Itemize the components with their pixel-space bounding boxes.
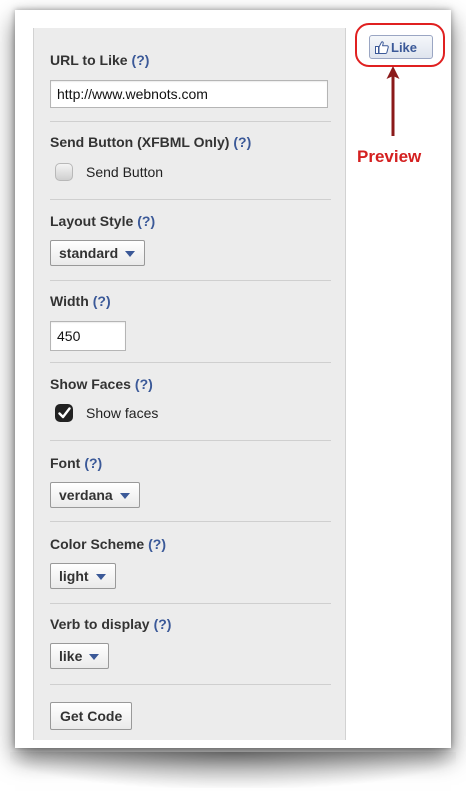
font-label: Font (?) [50,454,330,472]
divider [50,684,331,685]
send-toggle-row[interactable]: Send Button [55,163,163,181]
arrow-up-icon [386,66,400,136]
layout-style-select[interactable]: standard [50,240,146,266]
show-faces-checkbox[interactable] [55,404,73,422]
divider [50,280,331,281]
faces-toggle-row[interactable]: Show faces [55,404,158,422]
send-toggle-text: Send Button [86,164,164,180]
send-label-text: Send Button (XFBML Only) [50,134,230,150]
layout-style-value: standard [59,245,119,261]
faces-section: Show Faces (?) [50,375,330,393]
thumbs-up-icon [375,40,389,54]
color-scheme-value: light [59,568,89,584]
divider [50,440,331,441]
font-select[interactable]: verdana [50,482,140,508]
like-button-preview[interactable]: Like [369,35,433,59]
color-label: Color Scheme (?) [50,535,330,553]
send-label: Send Button (XFBML Only) (?) [50,133,330,151]
chevron-down-icon [119,493,130,499]
color-scheme-select[interactable]: light [50,563,116,589]
faces-label-text: Show Faces [50,376,131,392]
send-help-link[interactable]: (?) [233,134,251,150]
verb-label-text: Verb to display [50,616,150,632]
verb-select[interactable]: like [50,643,110,669]
divider [50,121,331,122]
font-help-link[interactable]: (?) [84,455,102,471]
color-section: Color Scheme (?) [50,535,330,553]
url-section: URL to Like (?) [50,51,330,69]
preview-annotation: Preview [357,147,422,166]
chevron-down-icon [125,251,136,257]
url-label-text: URL to Like [50,52,128,68]
verb-value: like [59,648,83,664]
divider [50,521,331,522]
frame-floor-shadow [10,752,456,788]
url-input[interactable]: http://www.webnots.com [50,80,328,108]
layout-help-link[interactable]: (?) [137,213,155,229]
layout-section: Layout Style (?) [50,212,330,230]
divider [50,603,331,604]
color-help-link[interactable]: (?) [148,536,166,552]
url-help-link[interactable]: (?) [132,52,150,68]
check-icon [57,407,71,419]
verb-section: Verb to display (?) [50,615,330,633]
send-section: Send Button (XFBML Only) (?) [50,133,330,151]
font-section: Font (?) [50,454,330,472]
faces-help-link[interactable]: (?) [135,376,153,392]
faces-label: Show Faces (?) [50,375,330,393]
width-label-text: Width [50,293,89,309]
send-button-checkbox[interactable] [55,163,73,181]
width-label: Width (?) [50,292,330,310]
chevron-down-icon [89,654,100,660]
verb-help-link[interactable]: (?) [154,616,172,632]
chevron-down-icon [95,574,106,580]
color-label-text: Color Scheme [50,536,145,552]
verb-label: Verb to display (?) [50,615,330,633]
like-button-config-panel: URL to Like (?) http://www.webnots.com Se… [33,28,346,740]
divider [50,199,331,200]
font-label-text: Font [50,455,81,471]
width-section: Width (?) [50,292,330,310]
get-code-button[interactable]: Get Code [50,702,133,730]
divider [50,362,331,363]
font-value: verdana [59,487,113,503]
width-input[interactable]: 450 [50,321,126,351]
layout-label: Layout Style (?) [50,212,330,230]
url-label: URL to Like (?) [50,51,330,69]
like-button-label: Like [391,39,418,55]
width-help-link[interactable]: (?) [93,293,111,309]
faces-toggle-text: Show faces [86,405,159,421]
layout-label-text: Layout Style [50,213,134,229]
